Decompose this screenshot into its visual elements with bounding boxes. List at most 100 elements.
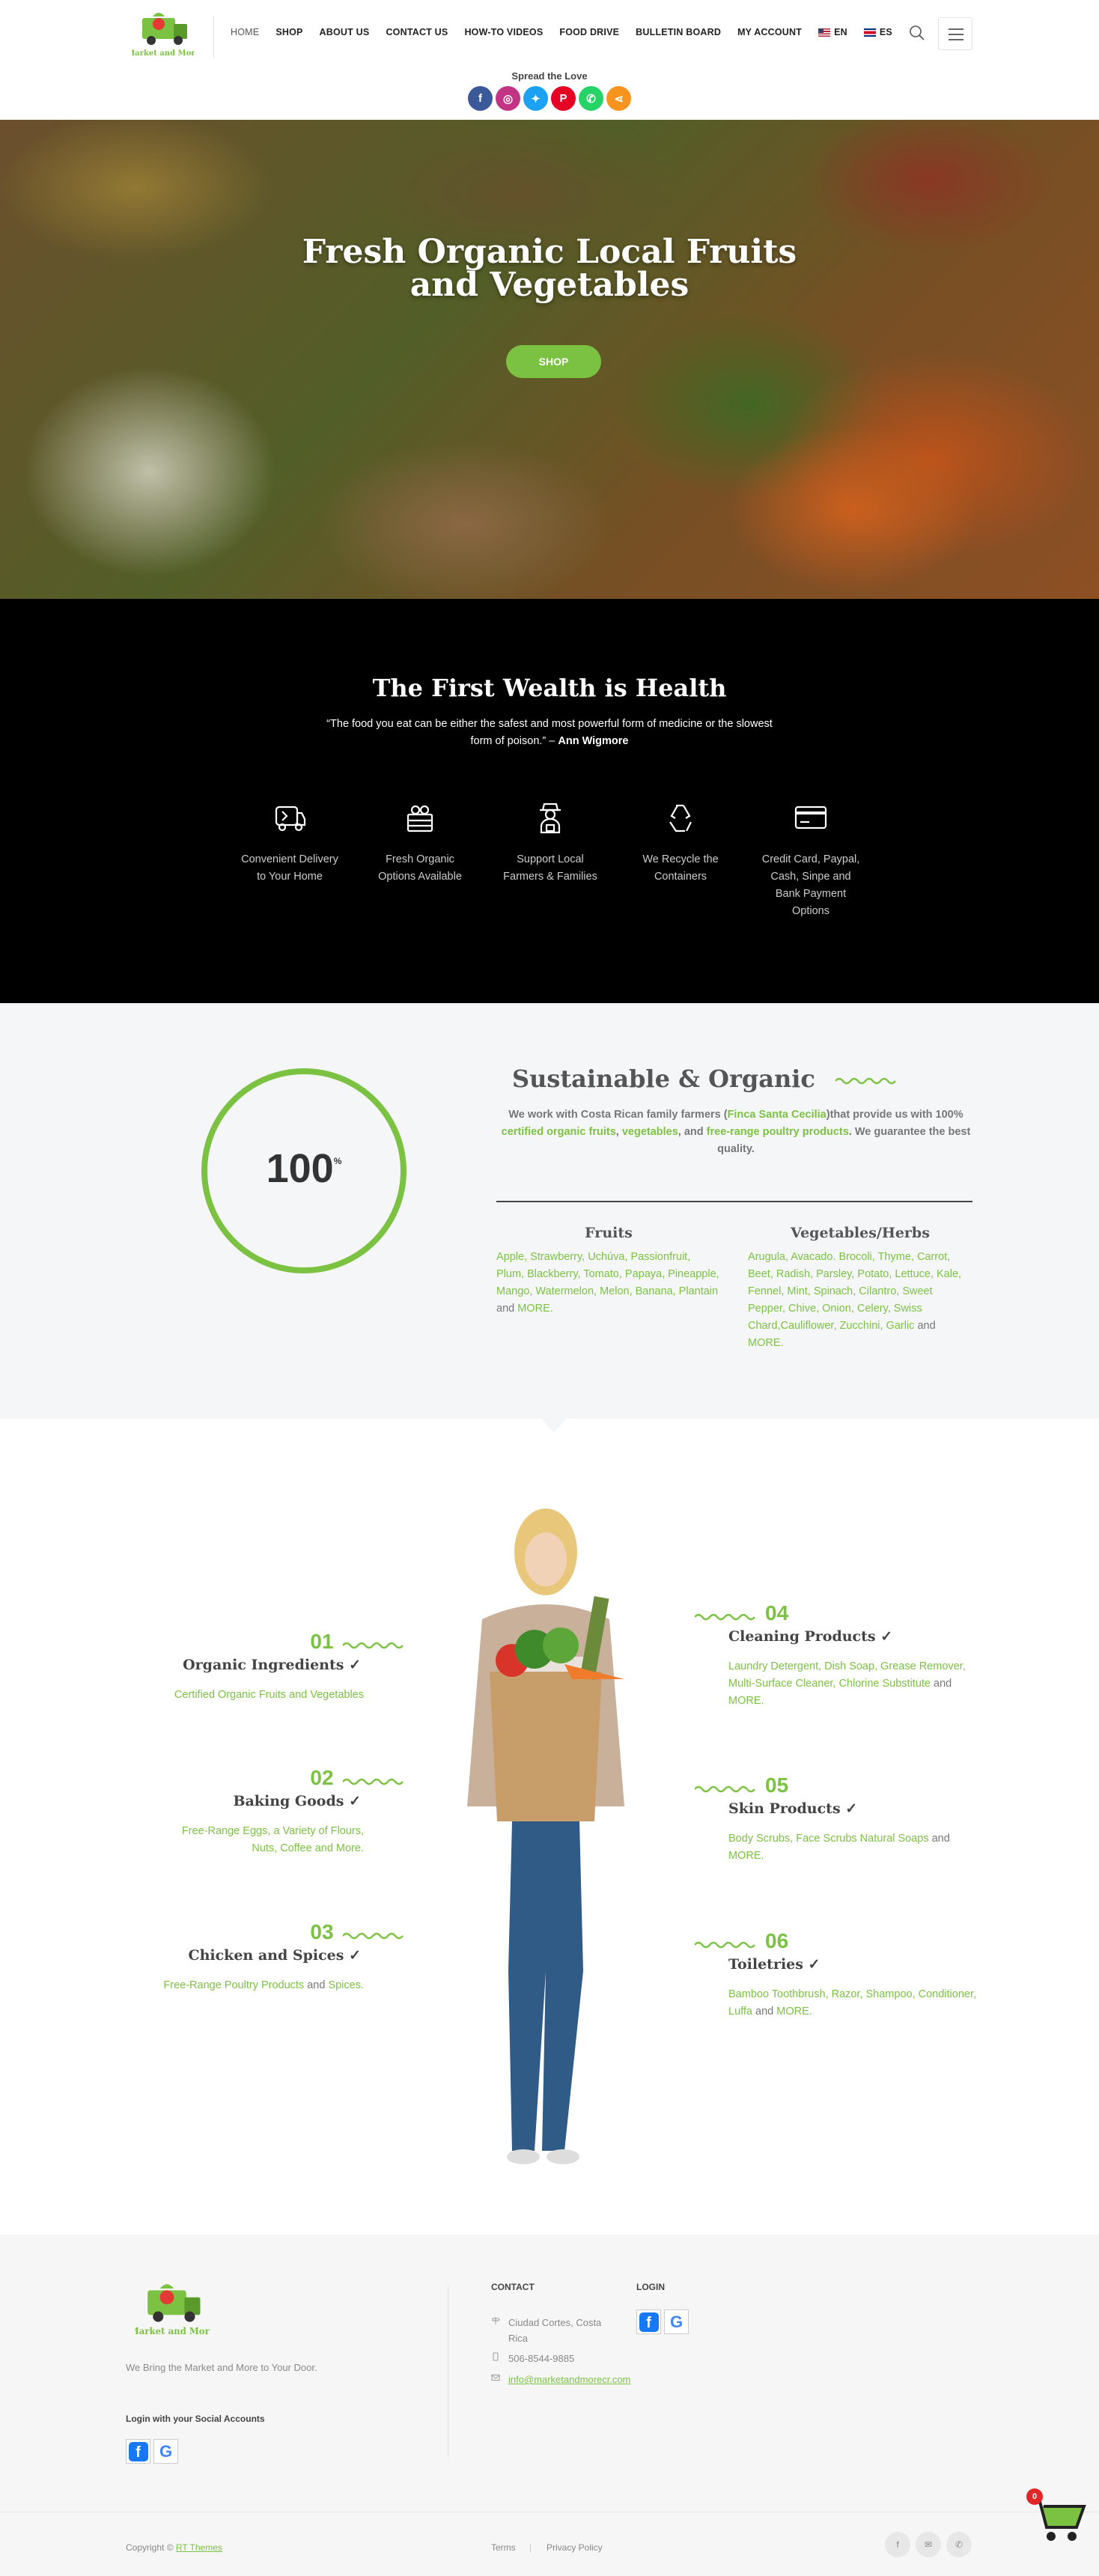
product-more-link[interactable]: MORE. bbox=[776, 2006, 812, 2018]
copyright-text: Copyright © bbox=[126, 2542, 176, 2553]
product-link[interactable]: Certified Organic Fruits and Vegetables bbox=[174, 1689, 364, 1701]
product-link[interactable]: Body Scrubs, Face Scrubs Natural Soaps bbox=[728, 1833, 929, 1845]
nav-about-us[interactable]: ABOUT US bbox=[320, 27, 370, 37]
product-desc: Certified Organic Fruits and Vegetables bbox=[123, 1687, 364, 1704]
shop-button[interactable]: SHOP bbox=[506, 345, 601, 378]
google-login-button[interactable]: G bbox=[153, 2439, 178, 2464]
twitter-icon[interactable]: ✦ bbox=[523, 86, 548, 111]
mail-icon bbox=[491, 2375, 500, 2381]
facebook-icon[interactable]: f bbox=[468, 86, 493, 111]
feature-label: Fresh Organic Options Available bbox=[378, 853, 462, 883]
facebook-login-button[interactable]: f bbox=[126, 2439, 150, 2464]
wave-divider-icon bbox=[695, 1941, 755, 1949]
nav-my-account[interactable]: MY ACCOUNT bbox=[737, 27, 802, 37]
hamburger-menu-button[interactable] bbox=[938, 17, 972, 50]
search-icon[interactable] bbox=[909, 25, 925, 41]
feature-item: Fresh Organic Options Available bbox=[355, 800, 485, 920]
share-icon[interactable]: ⋖ bbox=[606, 86, 631, 111]
footer-logo[interactable]: Market and More bbox=[135, 2278, 210, 2339]
fruits-links[interactable]: Apple, Strawberry, Uchúva, Passionfruit,… bbox=[496, 1251, 719, 1297]
wave-divider-icon bbox=[695, 1785, 755, 1793]
whatsapp-icon[interactable]: ✆ bbox=[946, 2532, 972, 2557]
product-link[interactable]: Free-Range Poultry Products bbox=[163, 1979, 304, 1991]
facebook-icon[interactable]: f bbox=[885, 2532, 910, 2557]
phone: 506-8544-9885 bbox=[508, 2353, 575, 2364]
feature-item: Credit Card, Paypal, Cash, Sinpe and Ban… bbox=[746, 800, 876, 920]
hero-banner: Fresh Organic Local Fruits and Vegetable… bbox=[0, 120, 1099, 599]
link-separator bbox=[530, 2544, 531, 2553]
feature-label: We Recycle the Containers bbox=[642, 853, 719, 883]
product-more-link[interactable]: Spices. bbox=[328, 1979, 364, 1991]
organic-fruits-link[interactable]: certified organic fruits bbox=[502, 1126, 616, 1138]
product-number: 02 bbox=[310, 1766, 334, 1789]
text-part: , and bbox=[678, 1126, 707, 1138]
signpost-icon bbox=[492, 2317, 500, 2324]
feature-label: Credit Card, Paypal, Cash, Sinpe and Ban… bbox=[761, 853, 860, 917]
nav-contact-us[interactable]: CONTACT US bbox=[386, 27, 448, 37]
wave-divider-icon bbox=[695, 1613, 755, 1621]
product-more-link[interactable]: MORE. bbox=[728, 1695, 764, 1707]
product-item: 03 Chicken and Spices ✓ Free-Range Poult… bbox=[123, 1920, 407, 1994]
nav-how-to-videos[interactable]: HOW-TO VIDEOS bbox=[464, 27, 543, 37]
pinterest-icon[interactable]: P bbox=[551, 86, 576, 111]
rt-themes-link[interactable]: RT Themes bbox=[176, 2542, 222, 2553]
section-notch bbox=[541, 1418, 567, 1433]
and-text: and bbox=[752, 2006, 777, 2018]
whatsapp-icon[interactable]: ✆ bbox=[579, 86, 603, 111]
sustainable-title: Sustainable & Organic bbox=[496, 1065, 916, 1093]
percent-value: 100% bbox=[199, 1145, 409, 1192]
quote-text: “The food you eat can be either the safe… bbox=[326, 718, 773, 747]
product-desc: Body Scrubs, Face Scrubs Natural Soaps a… bbox=[728, 1830, 979, 1865]
product-title: Skin Products ✓ bbox=[728, 1800, 858, 1817]
google-icon: G bbox=[669, 2312, 684, 2331]
product-more-link[interactable]: MORE. bbox=[728, 1850, 764, 1862]
product-desc: Laundry Detergent, Dish Soap, Grease Rem… bbox=[728, 1658, 979, 1710]
share-icons: f ◎ ✦ P ✆ ⋖ bbox=[0, 86, 1099, 111]
and-text: and bbox=[304, 1979, 329, 1991]
product-item: 05 Skin Products ✓ Body Scrubs, Face Scr… bbox=[695, 1773, 979, 1865]
nav-food-drive[interactable]: FOOD DRIVE bbox=[559, 27, 619, 37]
fruits-more-link[interactable]: MORE. bbox=[517, 1303, 553, 1315]
google-login-button[interactable]: G bbox=[664, 2309, 689, 2334]
products-section: 01 Organic Ingredients ✓ Certified Organ… bbox=[0, 1418, 1099, 2235]
sustainable-section: 100% Sustainable & Organic We work with … bbox=[0, 1003, 1099, 1419]
lang-es-link[interactable]: ES bbox=[863, 27, 892, 37]
quote-author: Ann Wigmore bbox=[558, 735, 629, 747]
nav-shop[interactable]: SHOP bbox=[275, 27, 302, 37]
email-link[interactable]: info@marketandmorecr.com bbox=[508, 2374, 630, 2385]
finca-link[interactable]: Finca Santa Cecilia bbox=[728, 1109, 826, 1121]
poultry-link[interactable]: free-range poultry products bbox=[707, 1126, 849, 1138]
product-title: Organic Ingredients ✓ bbox=[183, 1657, 361, 1673]
us-flag-icon bbox=[818, 28, 831, 37]
text-part: , bbox=[615, 1126, 622, 1138]
main-nav: HOME SHOP ABOUT US CONTACT US HOW-TO VID… bbox=[231, 27, 909, 37]
fruits-title: Fruits bbox=[585, 1225, 633, 1241]
lang-en-label: EN bbox=[834, 27, 847, 37]
facebook-login-button[interactable]: f bbox=[636, 2309, 661, 2334]
wave-divider-icon bbox=[343, 1642, 404, 1649]
nav-bulletin-board[interactable]: BULLETIN BOARD bbox=[636, 27, 721, 37]
vegetables-more-link[interactable]: MORE. bbox=[748, 1337, 784, 1349]
privacy-policy-link[interactable]: Privacy Policy bbox=[547, 2542, 603, 2553]
instagram-icon[interactable]: ◎ bbox=[496, 86, 520, 111]
site-logo[interactable]: Market and More bbox=[132, 7, 195, 60]
menu-line bbox=[949, 28, 963, 30]
feature-item: Convenient Delivery to Your Home bbox=[225, 800, 355, 920]
health-title: The First Wealth is Health bbox=[372, 674, 727, 702]
cr-flag-icon bbox=[863, 28, 876, 37]
product-title: Cleaning Products ✓ bbox=[728, 1628, 893, 1645]
and-text: and bbox=[914, 1320, 936, 1332]
product-desc: Free-Range Eggs, a Variety of Flours, Nu… bbox=[123, 1823, 364, 1857]
product-link[interactable]: Free-Range Eggs, a Variety of Flours, Nu… bbox=[182, 1825, 364, 1854]
mail-icon[interactable]: ✉ bbox=[916, 2532, 941, 2557]
terms-link[interactable]: Terms bbox=[491, 2542, 516, 2553]
product-number-row: 06 bbox=[695, 1929, 979, 1953]
vegetables-link[interactable]: vegetables bbox=[622, 1126, 678, 1138]
product-number: 06 bbox=[765, 1929, 789, 1952]
produce-crate-icon bbox=[407, 805, 433, 832]
hero-title-line2: and Vegetables bbox=[410, 266, 689, 304]
site-header: Market and More HOME SHOP ABOUT US CONTA… bbox=[0, 0, 1099, 67]
sustainable-text: We work with Costa Rican family farmers … bbox=[496, 1106, 975, 1158]
nav-home[interactable]: HOME bbox=[231, 27, 259, 37]
lang-en-link[interactable]: EN bbox=[818, 27, 847, 37]
